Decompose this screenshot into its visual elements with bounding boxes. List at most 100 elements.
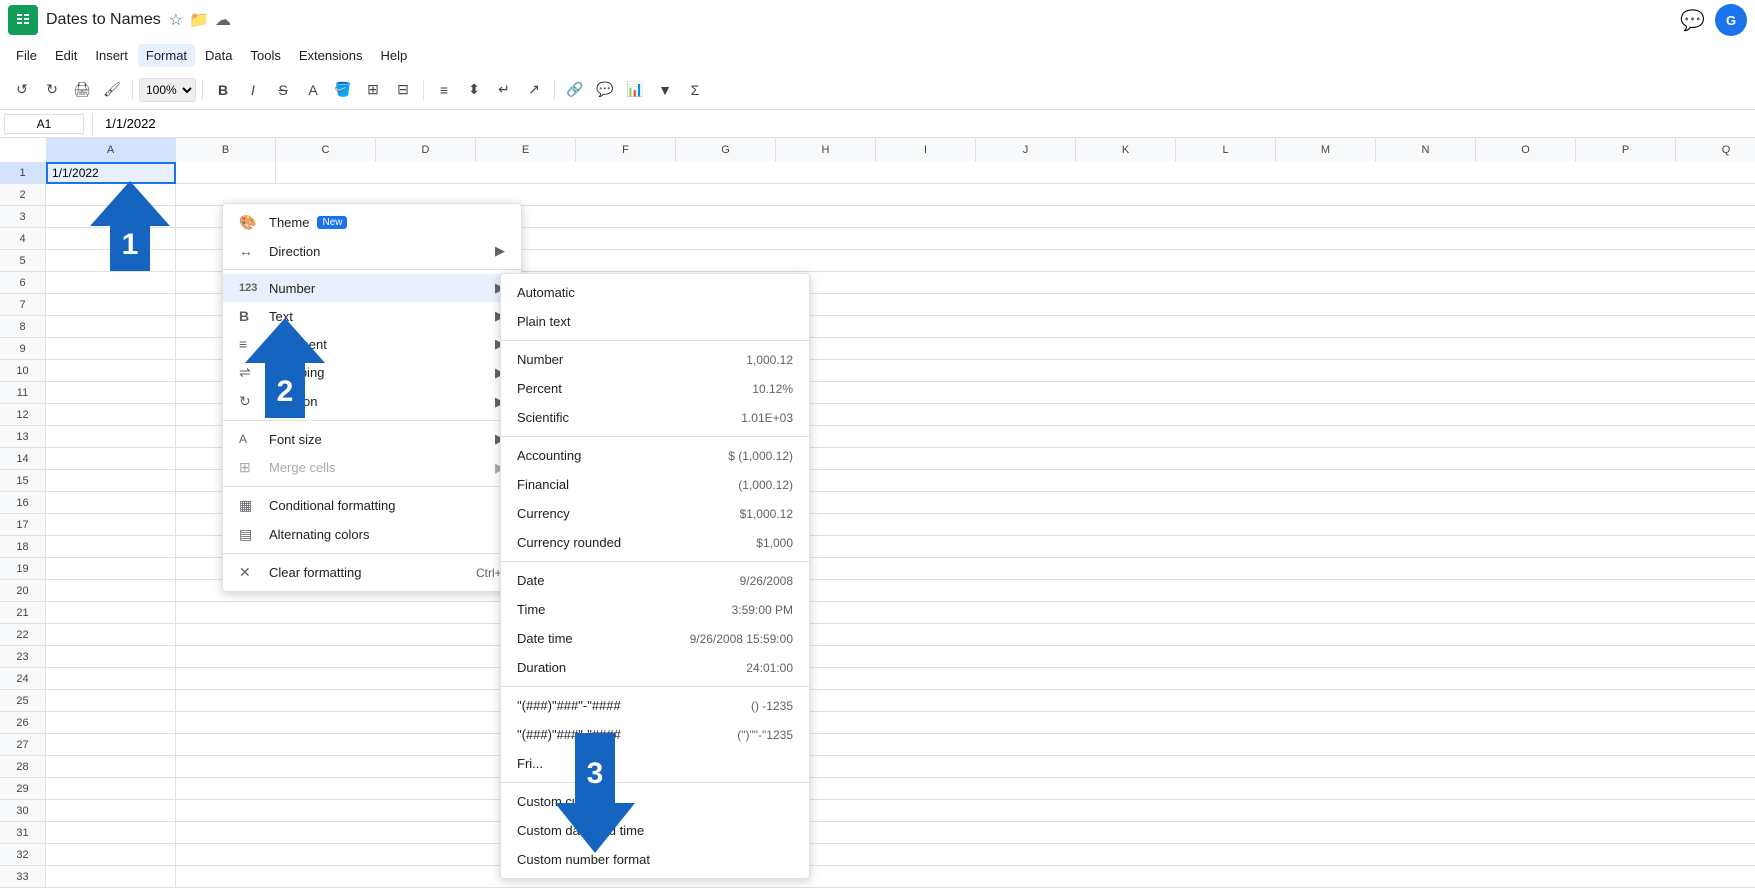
num-item-financial[interactable]: Financial (1,000.12): [501, 470, 809, 499]
menu-help[interactable]: Help: [372, 44, 415, 67]
format-menu-item-fontsize[interactable]: A Font size ▶: [223, 425, 521, 453]
col-header-M[interactable]: M: [1276, 138, 1376, 162]
menu-file[interactable]: File: [8, 44, 45, 67]
col-header-B[interactable]: B: [176, 138, 276, 162]
format-menu-item-clear[interactable]: ✕ Clear formatting Ctrl+\: [223, 558, 521, 587]
col-header-E[interactable]: E: [476, 138, 576, 162]
col-header-C[interactable]: C: [276, 138, 376, 162]
format-menu-item-number[interactable]: 123 Number ▶: [223, 274, 521, 302]
cell-A8[interactable]: [46, 316, 176, 338]
menu-tools[interactable]: Tools: [243, 44, 289, 67]
num-item-duration[interactable]: Duration 24:01:00: [501, 653, 809, 682]
chat-icon[interactable]: 💬: [1680, 8, 1705, 33]
fill-color-button[interactable]: 🪣: [329, 76, 357, 104]
num-item-percent[interactable]: Percent 10.12%: [501, 374, 809, 403]
cell-A32[interactable]: [46, 844, 176, 866]
cell-A7[interactable]: [46, 294, 176, 316]
col-header-O[interactable]: O: [1476, 138, 1576, 162]
format-menu-item-theme[interactable]: 🎨 Theme New: [223, 208, 521, 237]
format-menu-item-alternating[interactable]: ▤ Alternating colors: [223, 520, 521, 549]
italic-button[interactable]: I: [239, 76, 267, 104]
cell-reference-input[interactable]: A1: [4, 114, 84, 134]
menu-extensions[interactable]: Extensions: [291, 44, 371, 67]
num-item-currency[interactable]: Currency $1,000.12: [501, 499, 809, 528]
cell-A13[interactable]: [46, 426, 176, 448]
cell-A21[interactable]: [46, 602, 176, 624]
paint-format-button[interactable]: 🖌: [98, 76, 126, 104]
col-header-H[interactable]: H: [776, 138, 876, 162]
col-header-J[interactable]: J: [976, 138, 1076, 162]
format-menu-item-direction[interactable]: ↔ Direction ▶: [223, 237, 521, 265]
cell-A33[interactable]: [46, 866, 176, 888]
num-item-scientific[interactable]: Scientific 1.01E+03: [501, 403, 809, 432]
cell-A20[interactable]: [46, 580, 176, 602]
wrap-button[interactable]: ↵: [490, 76, 518, 104]
text-color-button[interactable]: A: [299, 76, 327, 104]
cell-A27[interactable]: [46, 734, 176, 756]
cell-A19[interactable]: [46, 558, 176, 580]
cell-A28[interactable]: [46, 756, 176, 778]
num-item-time[interactable]: Time 3:59:00 PM: [501, 595, 809, 624]
num-item-accounting[interactable]: Accounting $ (1,000.12): [501, 441, 809, 470]
cell-A18[interactable]: [46, 536, 176, 558]
col-header-D[interactable]: D: [376, 138, 476, 162]
num-item-datetime[interactable]: Date time 9/26/2008 15:59:00: [501, 624, 809, 653]
col-header-K[interactable]: K: [1076, 138, 1176, 162]
comment-button[interactable]: 💬: [591, 76, 619, 104]
num-item-number[interactable]: Number 1,000.12: [501, 345, 809, 374]
num-item-currency-rounded[interactable]: Currency rounded $1,000: [501, 528, 809, 557]
folder-icon[interactable]: 📁: [189, 10, 209, 30]
menu-edit[interactable]: Edit: [47, 44, 85, 67]
num-item-format1[interactable]: "(###)"###"-"#### () -1235: [501, 691, 809, 720]
cell-A31[interactable]: [46, 822, 176, 844]
print-button[interactable]: 🖨: [68, 76, 96, 104]
menu-insert[interactable]: Insert: [87, 44, 136, 67]
cell-A30[interactable]: [46, 800, 176, 822]
menu-data[interactable]: Data: [197, 44, 240, 67]
cell-A15[interactable]: [46, 470, 176, 492]
zoom-select[interactable]: 100%: [139, 78, 196, 102]
col-header-N[interactable]: N: [1376, 138, 1476, 162]
cell-A22[interactable]: [46, 624, 176, 646]
rotate-button[interactable]: ↗: [520, 76, 548, 104]
col-header-Q[interactable]: Q: [1676, 138, 1755, 162]
account-avatar[interactable]: G: [1715, 4, 1747, 36]
cell-A14[interactable]: [46, 448, 176, 470]
format-menu-item-conditional[interactable]: ▦ Conditional formatting: [223, 491, 521, 520]
cell-A12[interactable]: [46, 404, 176, 426]
cell-A17[interactable]: [46, 514, 176, 536]
merge-button[interactable]: ⊟: [389, 76, 417, 104]
chart-button[interactable]: 📊: [621, 76, 649, 104]
cell-A16[interactable]: [46, 492, 176, 514]
strikethrough-button[interactable]: S: [269, 76, 297, 104]
num-item-date[interactable]: Date 9/26/2008: [501, 566, 809, 595]
bold-button[interactable]: B: [209, 76, 237, 104]
cell-A11[interactable]: [46, 382, 176, 404]
col-header-L[interactable]: L: [1176, 138, 1276, 162]
filter-button[interactable]: ▼: [651, 76, 679, 104]
cell-A25[interactable]: [46, 690, 176, 712]
link-button[interactable]: 🔗: [561, 76, 589, 104]
col-header-P[interactable]: P: [1576, 138, 1676, 162]
col-header-F[interactable]: F: [576, 138, 676, 162]
num-item-plain-text[interactable]: Plain text: [501, 307, 809, 336]
borders-button[interactable]: ⊞: [359, 76, 387, 104]
num-item-automatic[interactable]: Automatic: [501, 278, 809, 307]
col-header-G[interactable]: G: [676, 138, 776, 162]
cell-A26[interactable]: [46, 712, 176, 734]
menu-format[interactable]: Format: [138, 44, 195, 67]
function-button[interactable]: Σ: [681, 76, 709, 104]
star-icon[interactable]: ☆: [169, 10, 183, 30]
cell-A24[interactable]: [46, 668, 176, 690]
cell-A10[interactable]: [46, 360, 176, 382]
col-header-A[interactable]: A: [46, 138, 176, 162]
cell-A9[interactable]: [46, 338, 176, 360]
cell-A23[interactable]: [46, 646, 176, 668]
halign-button[interactable]: ≡: [430, 76, 458, 104]
cell-A29[interactable]: [46, 778, 176, 800]
col-header-I[interactable]: I: [876, 138, 976, 162]
format-menu-item-merge[interactable]: ⊞ Merge cells ▶: [223, 453, 521, 482]
redo-button[interactable]: ↻: [38, 76, 66, 104]
formula-input[interactable]: [101, 114, 1751, 133]
undo-button[interactable]: ↺: [8, 76, 36, 104]
